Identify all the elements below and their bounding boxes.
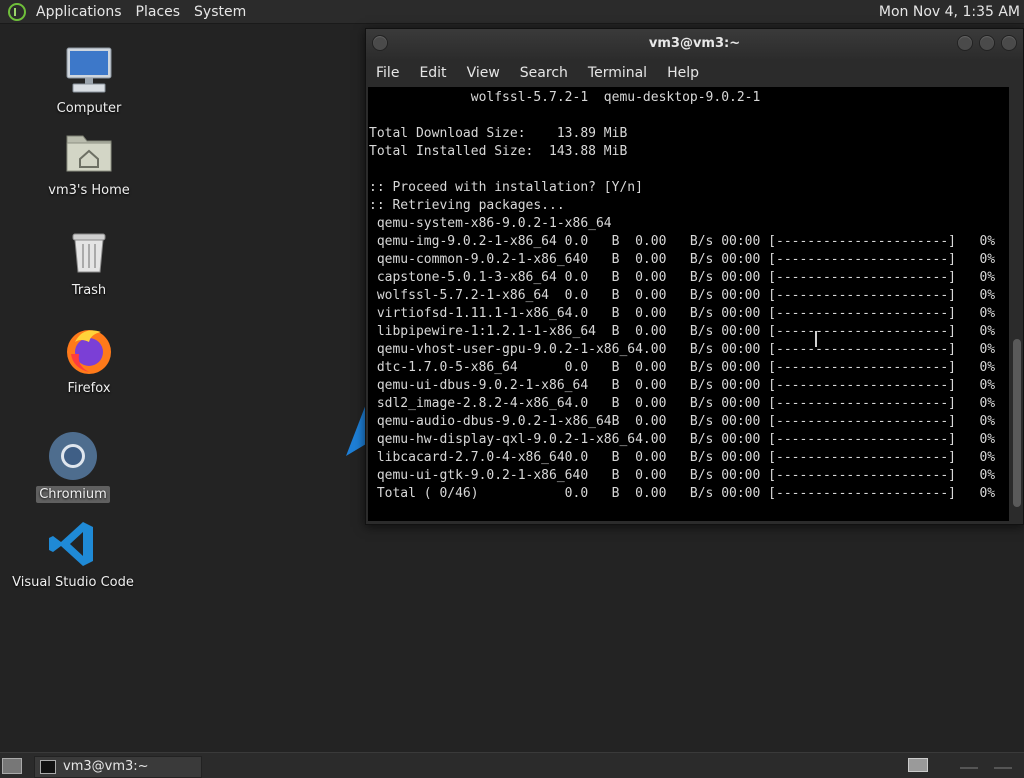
taskbar-terminal-button[interactable]: vm3@vm3:~ xyxy=(34,756,202,778)
terminal-line: qemu-ui-gtk-9.0.2-1-x86_640 B 0.00 B/s 0… xyxy=(369,468,996,483)
terminal-scrollbar[interactable] xyxy=(1011,87,1023,521)
applications-menu[interactable]: Applications xyxy=(32,0,130,24)
chromium-icon xyxy=(47,430,99,482)
clock[interactable]: Mon Nov 4, 1:35 AM xyxy=(879,4,1020,20)
terminal-line: libpipewire-1:1.2.1-1-x86_64 B 0.00 B/s … xyxy=(369,324,996,339)
text-cursor-icon xyxy=(815,331,817,347)
terminal-line: libcacard-2.7.0-4-x86_640.0 B 0.00 B/s 0… xyxy=(369,450,996,465)
terminal-line: Total Installed Size: 143.88 MiB xyxy=(369,144,628,159)
terminal-menubar: File Edit View Search Terminal Help xyxy=(366,59,1023,87)
terminal-line: qemu-common-9.0.2-1-x86_640 B 0.00 B/s 0… xyxy=(369,252,996,267)
workspace-3[interactable] xyxy=(994,767,1012,775)
desktop-icon-label: Computer xyxy=(56,101,122,116)
terminal-line: wolfssl-5.7.2-1-x86_64 0.0 B 0.00 B/s 00… xyxy=(369,288,996,303)
terminal-line: qemu-audio-dbus-9.0.2-1-x86_64B 0.00 B/s… xyxy=(369,414,996,429)
window-menu-icon[interactable] xyxy=(372,35,388,51)
home-folder-icon xyxy=(63,126,115,178)
menu-file[interactable]: File xyxy=(366,65,409,81)
top-panel: Applications Places System Mon Nov 4, 1:… xyxy=(0,0,1024,24)
terminal-text: wolfssl-5.7.2-1 qemu-desktop-9.0.2-1 Tot… xyxy=(369,89,995,503)
terminal-line: sdl2_image-2.8.2-4-x86_64.0 B 0.00 B/s 0… xyxy=(369,396,996,411)
terminal-line: :: Retrieving packages... xyxy=(369,198,565,213)
terminal-window[interactable]: vm3@vm3:~ File Edit View Search Terminal… xyxy=(365,28,1024,525)
desktop-icon-home[interactable]: vm3's Home xyxy=(24,126,154,199)
system-menu[interactable]: System xyxy=(188,0,254,24)
places-menu[interactable]: Places xyxy=(130,0,189,24)
desktop-icon-label: vm3's Home xyxy=(48,183,130,198)
desktop-icon-label: Trash xyxy=(71,283,107,298)
terminal-line: wolfssl-5.7.2-1 qemu-desktop-9.0.2-1 xyxy=(369,90,761,105)
workspace-2[interactable] xyxy=(960,767,978,775)
terminal-line: capstone-5.0.1-3-x86_64 0.0 B 0.00 B/s 0… xyxy=(369,270,996,285)
desktop-icon-label: Firefox xyxy=(67,381,111,396)
terminal-line: dtc-1.7.0-5-x86_64 0.0 B 0.00 B/s 00:00 … xyxy=(369,360,996,375)
desktop-icon-vscode[interactable]: Visual Studio Code xyxy=(8,518,138,591)
terminal-line: Total ( 0/46) 0.0 B 0.00 B/s 00:00 [----… xyxy=(369,486,996,501)
menu-view[interactable]: View xyxy=(457,65,510,81)
bottom-panel: vm3@vm3:~ xyxy=(0,752,1024,778)
workspace-1[interactable] xyxy=(908,758,928,772)
minimize-icon[interactable] xyxy=(957,35,973,51)
scrollbar-thumb[interactable] xyxy=(1013,339,1021,507)
desktop-icon-firefox[interactable]: Firefox xyxy=(24,324,154,397)
menu-edit[interactable]: Edit xyxy=(409,65,456,81)
terminal-icon xyxy=(40,760,56,774)
vscode-icon xyxy=(47,518,99,570)
desktop-icon-label: Visual Studio Code xyxy=(12,575,134,590)
mate-logo-icon[interactable] xyxy=(8,2,26,21)
window-titlebar[interactable]: vm3@vm3:~ xyxy=(366,29,1023,59)
terminal-line: qemu-system-x86-9.0.2-1-x86_64 xyxy=(369,216,612,231)
terminal-line: qemu-hw-display-qxl-9.0.2-1-x86_64.00 B/… xyxy=(369,432,996,447)
terminal-line: qemu-vhost-user-gpu-9.0.2-1-x86_64.00 B/… xyxy=(369,342,996,357)
terminal-output[interactable]: wolfssl-5.7.2-1 qemu-desktop-9.0.2-1 Tot… xyxy=(368,87,1009,521)
taskbar-label: vm3@vm3:~ xyxy=(63,759,149,774)
menu-help[interactable]: Help xyxy=(657,65,709,81)
terminal-line: virtiofsd-1.11.1-1-x86_64.0 B 0.00 B/s 0… xyxy=(369,306,996,321)
trash-icon xyxy=(63,226,115,278)
firefox-icon xyxy=(63,324,115,376)
terminal-line: Total Download Size: 13.89 MiB xyxy=(369,126,628,141)
window-title: vm3@vm3:~ xyxy=(648,36,741,51)
menu-search[interactable]: Search xyxy=(510,65,578,81)
close-icon[interactable] xyxy=(1001,35,1017,51)
desktop-icon-trash[interactable]: Trash xyxy=(24,226,154,299)
desktop-icon-chromium[interactable]: Chromium xyxy=(8,430,138,503)
computer-icon xyxy=(63,44,115,96)
desktop-icon-label: Chromium xyxy=(36,486,110,503)
menu-terminal[interactable]: Terminal xyxy=(578,65,657,81)
terminal-line: :: Proceed with installation? [Y/n] xyxy=(369,180,643,195)
terminal-line: qemu-img-9.0.2-1-x86_64 0.0 B 0.00 B/s 0… xyxy=(369,234,996,249)
show-desktop-icon[interactable] xyxy=(2,758,22,774)
terminal-line: qemu-ui-dbus-9.0.2-1-x86_64 B 0.00 B/s 0… xyxy=(369,378,996,393)
desktop-icon-computer[interactable]: Computer xyxy=(24,44,154,117)
maximize-icon[interactable] xyxy=(979,35,995,51)
